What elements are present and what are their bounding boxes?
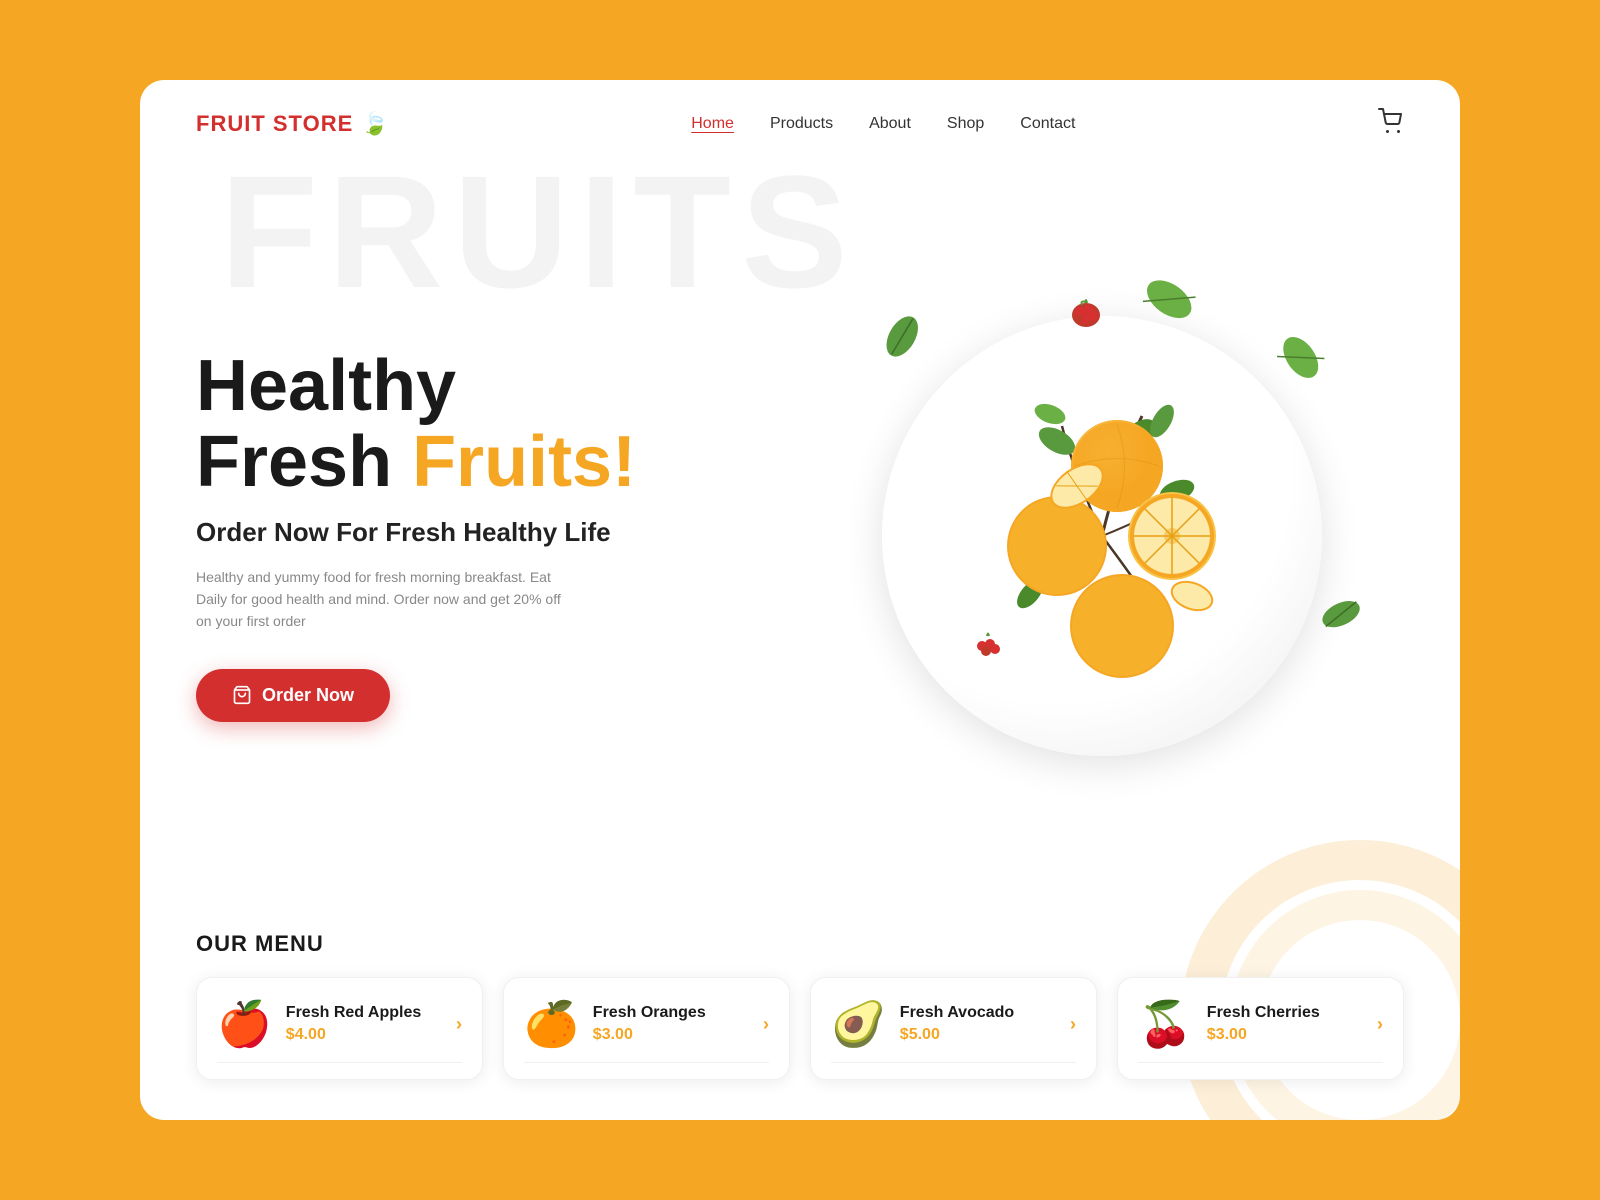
floating-berry-1 xyxy=(1068,295,1104,332)
leaf-icon: 🍃 xyxy=(361,111,388,137)
orange-icon: 🍊 xyxy=(524,998,579,1050)
brand-name: FRUIT STORE xyxy=(196,111,353,137)
oranges-svg xyxy=(902,336,1302,736)
nav-links: Home Products About Shop Contact xyxy=(691,115,1075,133)
menu-card-apples[interactable]: 🍎 Fresh Red Apples $4.00 › xyxy=(196,977,483,1080)
apple-arrow[interactable]: › xyxy=(456,1014,462,1035)
navbar: FRUIT STORE 🍃 Home Products About Shop C… xyxy=(140,80,1460,140)
menu-card-cherries[interactable]: 🍒 Fresh Cherries $3.00 › xyxy=(1117,977,1404,1080)
bag-icon xyxy=(232,685,252,705)
apple-info: Fresh Red Apples $4.00 xyxy=(286,1004,442,1044)
menu-card-oranges[interactable]: 🍊 Fresh Oranges $3.00 › xyxy=(503,977,790,1080)
menu-card-avocado[interactable]: 🥑 Fresh Avocado $5.00 › xyxy=(810,977,1097,1080)
floating-berry-2 xyxy=(972,630,1004,663)
main-card: FRUITS FRUIT STORE 🍃 Home Products About… xyxy=(140,80,1460,1120)
avocado-icon: 🥑 xyxy=(831,998,886,1050)
hero-left: Healthy Fresh Fruits! Order Now For Fres… xyxy=(196,140,800,911)
order-now-button[interactable]: Order Now xyxy=(196,669,390,722)
apple-name: Fresh Red Apples xyxy=(286,1004,442,1022)
avocado-price: $5.00 xyxy=(900,1026,1056,1044)
logo[interactable]: FRUIT STORE 🍃 xyxy=(196,111,389,137)
apple-icon: 🍎 xyxy=(217,998,272,1050)
hero-right xyxy=(800,140,1404,911)
apple-price: $4.00 xyxy=(286,1026,442,1044)
orange-info: Fresh Oranges $3.00 xyxy=(593,1004,749,1044)
nav-item-products[interactable]: Products xyxy=(770,115,833,133)
nav-item-shop[interactable]: Shop xyxy=(947,115,984,133)
plate-circle xyxy=(882,316,1322,756)
menu-title: OUR MENU xyxy=(196,931,1404,957)
cherry-name: Fresh Cherries xyxy=(1207,1004,1363,1022)
cherry-arrow[interactable]: › xyxy=(1377,1014,1383,1035)
nav-item-about[interactable]: About xyxy=(869,115,911,133)
avocado-arrow[interactable]: › xyxy=(1070,1014,1076,1035)
orange-name: Fresh Oranges xyxy=(593,1004,749,1022)
menu-section: OUR MENU 🍎 Fresh Red Apples $4.00 › 🍊 xyxy=(140,911,1460,1120)
avocado-info: Fresh Avocado $5.00 xyxy=(900,1004,1056,1044)
nav-item-contact[interactable]: Contact xyxy=(1020,115,1075,133)
orange-arrow[interactable]: › xyxy=(763,1014,769,1035)
orange-price: $3.00 xyxy=(593,1026,749,1044)
hero-description: Healthy and yummy food for fresh morning… xyxy=(196,566,576,633)
hero-section: Healthy Fresh Fruits! Order Now For Fres… xyxy=(140,140,1460,911)
cherry-price: $3.00 xyxy=(1207,1026,1363,1044)
nav-item-home[interactable]: Home xyxy=(691,115,734,133)
cherry-info: Fresh Cherries $3.00 xyxy=(1207,1004,1363,1044)
avocado-name: Fresh Avocado xyxy=(900,1004,1056,1022)
hero-title: Healthy Fresh Fruits! xyxy=(196,349,800,500)
menu-grid: 🍎 Fresh Red Apples $4.00 › 🍊 Fresh Orang… xyxy=(196,977,1404,1080)
cart-icon[interactable] xyxy=(1378,108,1404,140)
hero-subtitle: Order Now For Fresh Healthy Life xyxy=(196,517,800,548)
cherry-icon: 🍒 xyxy=(1138,998,1193,1050)
